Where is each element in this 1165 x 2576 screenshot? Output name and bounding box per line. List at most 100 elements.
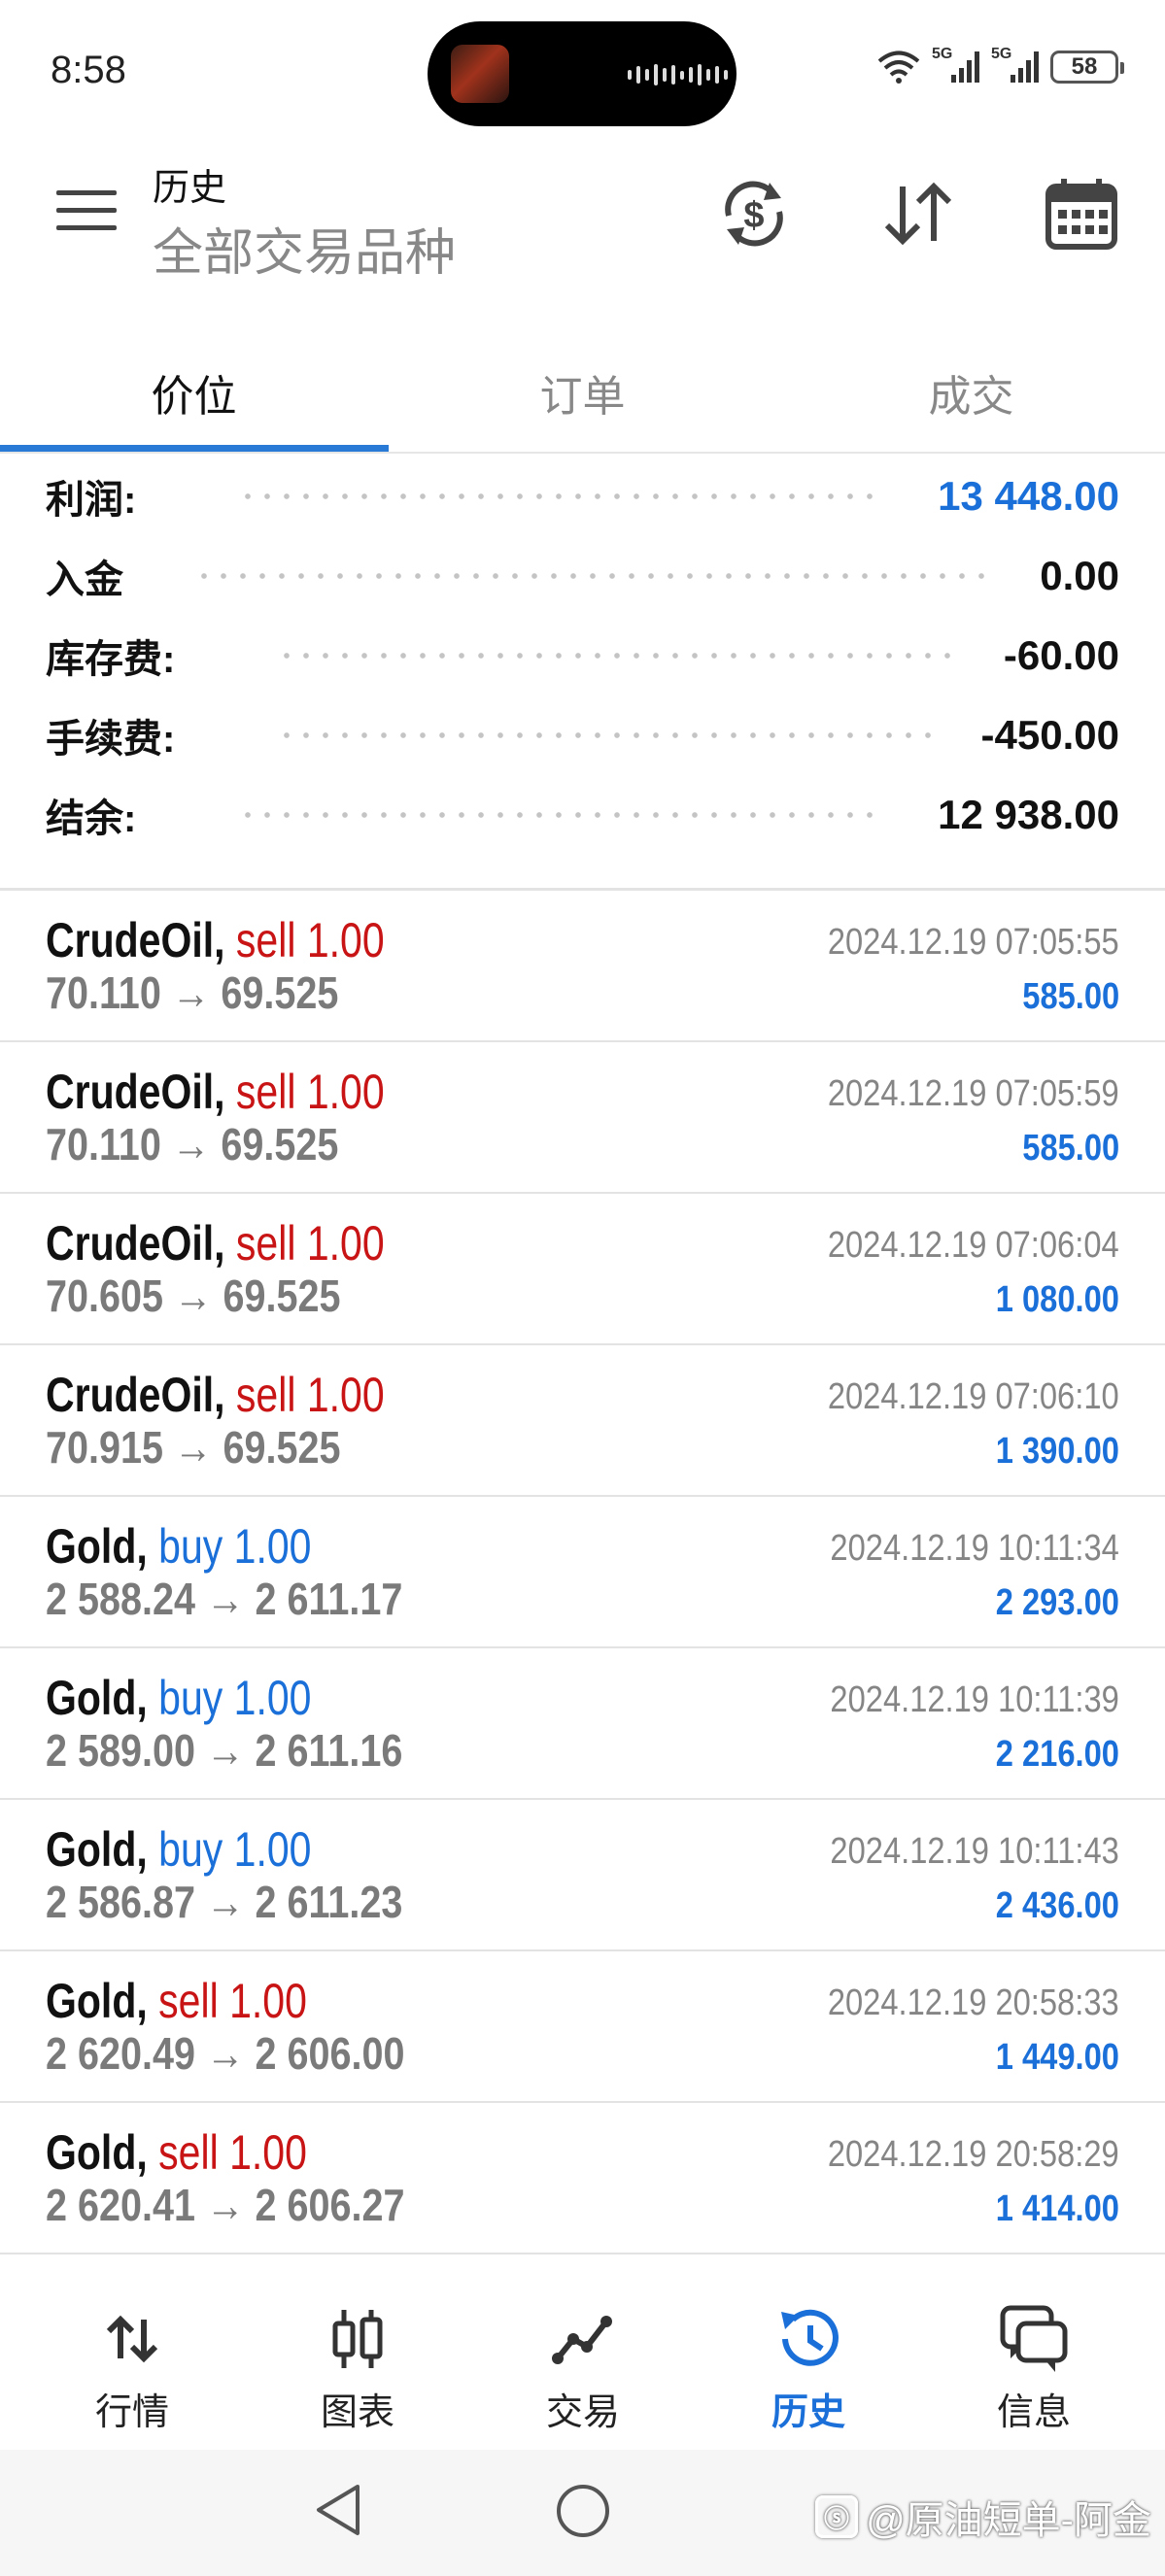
deal-row[interactable]: Gold, sell 1.00 2 620.49 → 2 606.00 2024.1… bbox=[0, 1951, 1165, 2103]
deal-time: 2024.12.19 10:11:34 bbox=[830, 1528, 1119, 1569]
summary-value: 0.00 bbox=[1040, 553, 1119, 598]
deal-row[interactable]: CrudeOil, sell 1.00 70.110 → 69.525 2024.1… bbox=[0, 1042, 1165, 1194]
summary-value: -450.00 bbox=[980, 712, 1119, 758]
app-header: 历史 全部交易品种 $ bbox=[0, 146, 1165, 301]
summary-row-deposit: 入金 0.00 bbox=[0, 536, 1165, 616]
dynamic-island[interactable] bbox=[428, 21, 737, 126]
nav-chart[interactable]: 图表 bbox=[245, 2255, 470, 2450]
deal-profit: 1 080.00 bbox=[995, 1279, 1119, 1320]
battery-level: 58 bbox=[1071, 53, 1098, 80]
wifi-icon bbox=[877, 51, 920, 84]
deal-time: 2024.12.19 07:06:04 bbox=[828, 1225, 1119, 1266]
deal-row[interactable]: CrudeOil, sell 1.00 70.605 → 69.525 2024.1… bbox=[0, 1194, 1165, 1345]
signal-icon: 5G bbox=[932, 46, 979, 83]
menu-icon[interactable] bbox=[56, 190, 117, 235]
summary-label: 入金 bbox=[46, 559, 123, 601]
deal-prices: 70.110 → 69.525 bbox=[46, 967, 339, 1018]
svg-text:$: $ bbox=[743, 195, 764, 236]
deal-row[interactable]: CrudeOil, sell 1.00 70.915 → 69.525 2024.1… bbox=[0, 1345, 1165, 1497]
bottom-navigation: 行情 图表 交易 历史 信息 bbox=[0, 2255, 1165, 2450]
watermark: ⓢ @原油短单-阿金 bbox=[815, 2489, 1151, 2545]
status-icons: 5G 5G 58 bbox=[877, 46, 1124, 84]
audio-wave-icon bbox=[628, 64, 728, 85]
dotted-leader bbox=[194, 573, 991, 579]
deal-profit: 1 449.00 bbox=[995, 2037, 1119, 2078]
deal-header: CrudeOil, sell 1.00 bbox=[46, 1215, 385, 1271]
deal-side: buy 1.00 bbox=[158, 1671, 312, 1725]
page-title: 历史 bbox=[153, 168, 227, 209]
deal-header: Gold, buy 1.00 bbox=[46, 1670, 311, 1726]
messages-icon bbox=[997, 2302, 1071, 2376]
summary-value: 13 448.00 bbox=[938, 473, 1119, 519]
trade-icon bbox=[546, 2302, 620, 2376]
deal-symbol: CrudeOil, bbox=[46, 1065, 225, 1119]
nav-label: 图表 bbox=[320, 2392, 394, 2433]
signal-icon: 5G bbox=[991, 46, 1039, 83]
media-thumbnail bbox=[451, 45, 509, 103]
deal-profit: 1 414.00 bbox=[995, 2188, 1119, 2229]
nav-trade[interactable]: 交易 bbox=[470, 2255, 696, 2450]
active-tab-indicator bbox=[0, 445, 389, 452]
deal-symbol: CrudeOil, bbox=[46, 913, 225, 967]
deal-side: sell 1.00 bbox=[235, 913, 385, 967]
deal-time: 2024.12.19 07:05:59 bbox=[828, 1073, 1119, 1114]
deal-side: buy 1.00 bbox=[158, 1822, 312, 1877]
tab-deals[interactable]: 成交 bbox=[777, 335, 1165, 450]
back-icon[interactable] bbox=[307, 2479, 369, 2541]
deal-symbol: Gold, bbox=[46, 1822, 148, 1877]
deal-side: sell 1.00 bbox=[235, 1065, 385, 1119]
deal-time: 2024.12.19 20:58:33 bbox=[828, 1983, 1119, 2023]
nav-history[interactable]: 历史 bbox=[696, 2255, 921, 2450]
symbol-filter[interactable]: 全部交易品种 bbox=[153, 212, 456, 285]
deal-header: Gold, buy 1.00 bbox=[46, 1518, 311, 1575]
deal-side: sell 1.00 bbox=[158, 2125, 307, 2180]
deal-profit: 1 390.00 bbox=[995, 1431, 1119, 1472]
summary-row-commission: 手续费: -450.00 bbox=[0, 695, 1165, 775]
nav-quotes[interactable]: 行情 bbox=[19, 2255, 245, 2450]
deal-row[interactable]: Gold, buy 1.00 2 586.87 → 2 611.23 2024.12… bbox=[0, 1800, 1165, 1951]
deal-prices: 70.110 → 69.525 bbox=[46, 1119, 339, 1169]
deal-time: 2024.12.19 07:06:10 bbox=[828, 1376, 1119, 1417]
tab-orders[interactable]: 订单 bbox=[389, 335, 776, 450]
deal-symbol: Gold, bbox=[46, 1671, 148, 1725]
watermark-text: @原油短单-阿金 bbox=[866, 2499, 1151, 2542]
deal-profit: 2 436.00 bbox=[995, 1885, 1119, 1926]
deal-header: Gold, buy 1.00 bbox=[46, 1821, 311, 1878]
deal-row[interactable]: CrudeOil, sell 1.00 70.110 → 69.525 2024.1… bbox=[0, 891, 1165, 1042]
summary-label: 手续费: bbox=[46, 718, 176, 761]
deal-row[interactable]: Gold, sell 1.00 2 620.41 → 2 606.27 2024.1… bbox=[0, 2103, 1165, 2254]
deal-header: CrudeOil, sell 1.00 bbox=[46, 1064, 385, 1120]
dotted-leader bbox=[238, 493, 879, 499]
deal-header: Gold, sell 1.00 bbox=[46, 1973, 307, 2029]
summary-row-profit: 利润: 13 448.00 bbox=[0, 457, 1165, 536]
nav-label: 历史 bbox=[771, 2392, 845, 2433]
deal-time: 2024.12.19 10:11:43 bbox=[830, 1831, 1119, 1872]
summary-label: 利润: bbox=[46, 479, 137, 522]
dotted-leader bbox=[277, 653, 957, 659]
deal-symbol: Gold, bbox=[46, 2125, 148, 2180]
home-icon[interactable] bbox=[557, 2485, 609, 2537]
summary-label: 库存费: bbox=[46, 638, 176, 681]
deal-time: 2024.12.19 10:11:39 bbox=[830, 1679, 1119, 1720]
battery-icon: 58 bbox=[1050, 51, 1124, 84]
calendar-icon[interactable] bbox=[1041, 173, 1122, 254]
deal-symbol: CrudeOil, bbox=[46, 1216, 225, 1271]
summary-row-swap: 库存费: -60.00 bbox=[0, 616, 1165, 695]
tab-positions[interactable]: 价位 bbox=[0, 335, 388, 450]
deal-prices: 70.915 → 69.525 bbox=[46, 1422, 341, 1473]
deal-side: sell 1.00 bbox=[158, 1974, 307, 2028]
deal-prices: 70.605 → 69.525 bbox=[46, 1271, 341, 1321]
history-tabs: 价位 订单 成交 bbox=[0, 335, 1165, 454]
system-navigation-bar: ⓢ @原油短单-阿金 bbox=[0, 2450, 1165, 2576]
deal-row[interactable]: Gold, buy 1.00 2 589.00 → 2 611.16 2024.12… bbox=[0, 1648, 1165, 1800]
deal-prices: 2 586.87 → 2 611.23 bbox=[46, 1877, 403, 1927]
nav-label: 交易 bbox=[545, 2392, 620, 2433]
deal-side: sell 1.00 bbox=[235, 1216, 385, 1271]
quotes-icon bbox=[95, 2302, 169, 2376]
currency-exchange-icon[interactable]: $ bbox=[713, 173, 795, 254]
sort-icon[interactable] bbox=[877, 173, 959, 254]
deal-prices: 2 589.00 → 2 611.16 bbox=[46, 1725, 403, 1776]
nav-messages[interactable]: 信息 bbox=[921, 2255, 1147, 2450]
watermark-logo-icon: ⓢ bbox=[815, 2495, 859, 2538]
deal-row[interactable]: Gold, buy 1.00 2 588.24 → 2 611.17 2024.12… bbox=[0, 1497, 1165, 1648]
